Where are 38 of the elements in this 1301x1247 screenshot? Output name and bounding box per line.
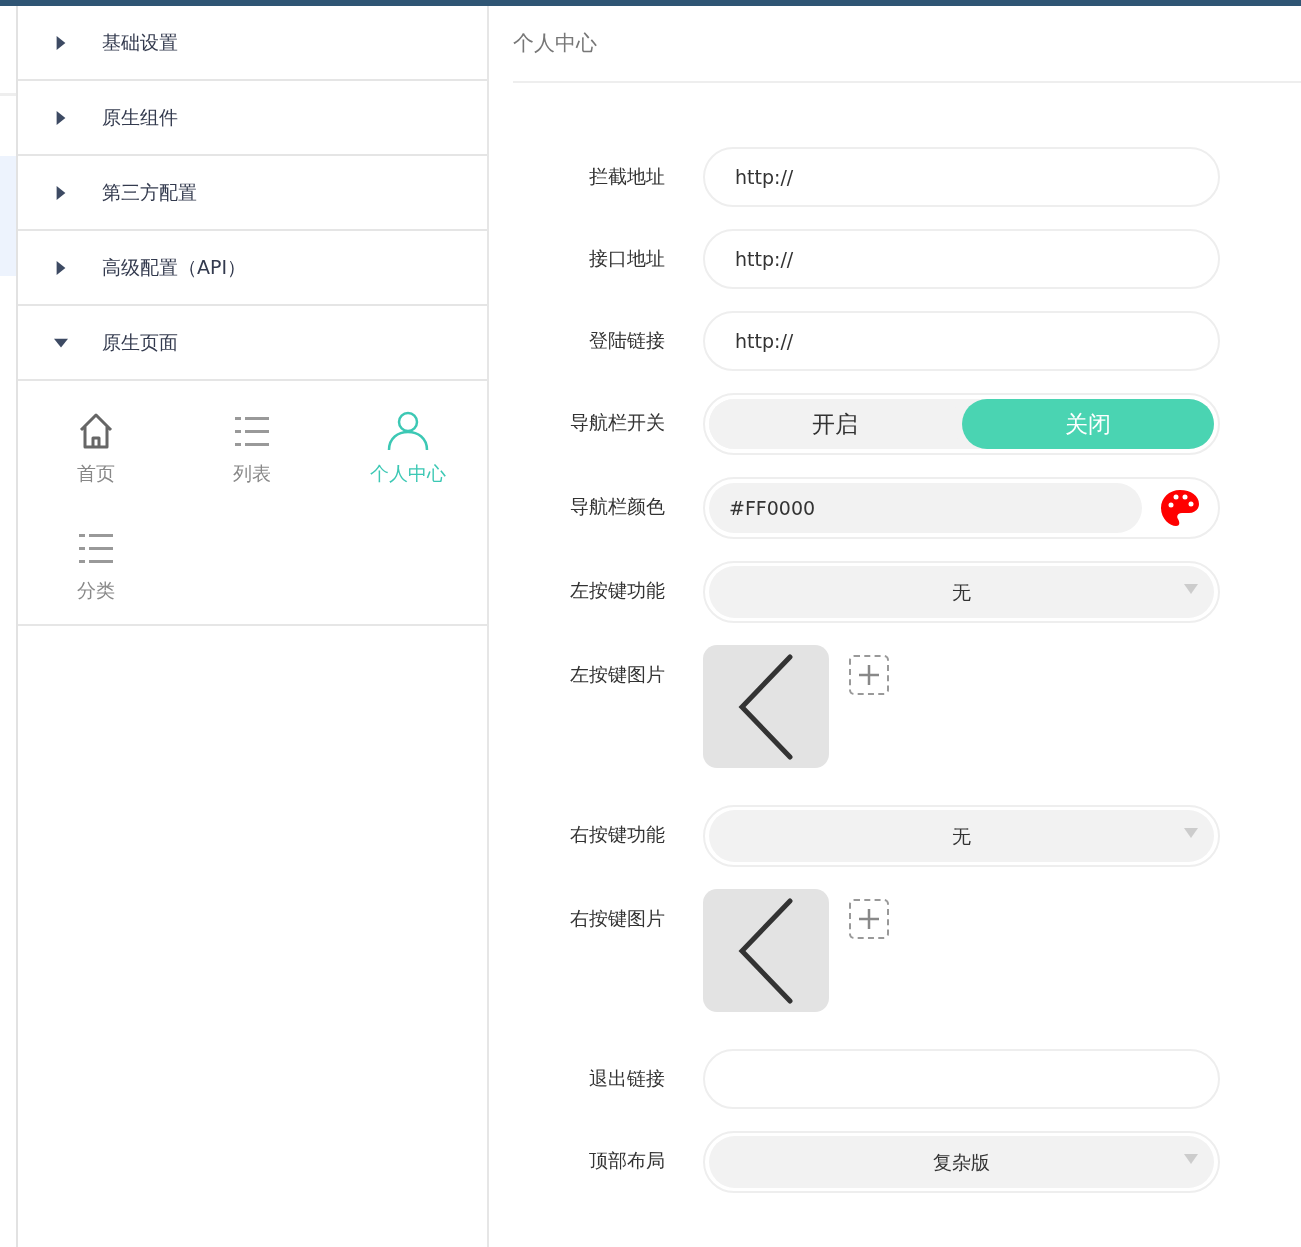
page-title: 个人中心	[513, 6, 1301, 83]
caret-right-icon	[54, 110, 68, 125]
caret-right-icon	[54, 35, 68, 50]
field-label: 右按键功能	[569, 822, 665, 847]
field-label: 右按键图片	[569, 906, 665, 931]
caret-right-icon	[54, 260, 68, 275]
input-field[interactable]: http://	[703, 311, 1220, 371]
color-input[interactable]: #FF0000	[709, 483, 1142, 533]
dropdown-caret-icon	[1184, 828, 1198, 838]
plus-icon	[858, 664, 880, 686]
input-field[interactable]: http://	[703, 229, 1220, 289]
page-item[interactable]: 分类	[18, 527, 174, 604]
select-field[interactable]: 无	[709, 566, 1214, 618]
field-label: 拦截地址	[588, 164, 665, 189]
field-label: 登陆链接	[588, 328, 665, 353]
chevron-left-icon	[736, 896, 796, 1005]
plus-icon	[858, 908, 880, 930]
palette-icon[interactable]	[1160, 488, 1200, 528]
chevron-left-icon	[736, 652, 796, 761]
add-image-button[interactable]	[849, 899, 889, 939]
field-label: 接口地址	[588, 246, 665, 271]
page-item[interactable]: 列表	[174, 411, 330, 488]
dropdown-caret-icon	[1184, 584, 1198, 594]
dropdown-caret-icon	[1184, 1154, 1198, 1164]
field-label: 导航栏颜色	[569, 494, 665, 519]
home-icon	[78, 411, 114, 451]
caret-right-icon	[54, 185, 68, 200]
field-label: 顶部布局	[588, 1148, 665, 1173]
add-image-button[interactable]	[849, 655, 889, 695]
field-label: 退出链接	[588, 1066, 665, 1091]
field-label: 左按键功能	[569, 578, 665, 603]
page-item[interactable]: 首页	[18, 411, 174, 488]
field-label: 左按键图片	[569, 662, 665, 687]
select-field[interactable]: 复杂版	[709, 1136, 1214, 1188]
select-field[interactable]: 无	[709, 810, 1214, 862]
field-label: 导航栏开关	[569, 410, 665, 435]
input-field[interactable]: http://	[703, 147, 1220, 207]
person-icon	[387, 411, 429, 451]
